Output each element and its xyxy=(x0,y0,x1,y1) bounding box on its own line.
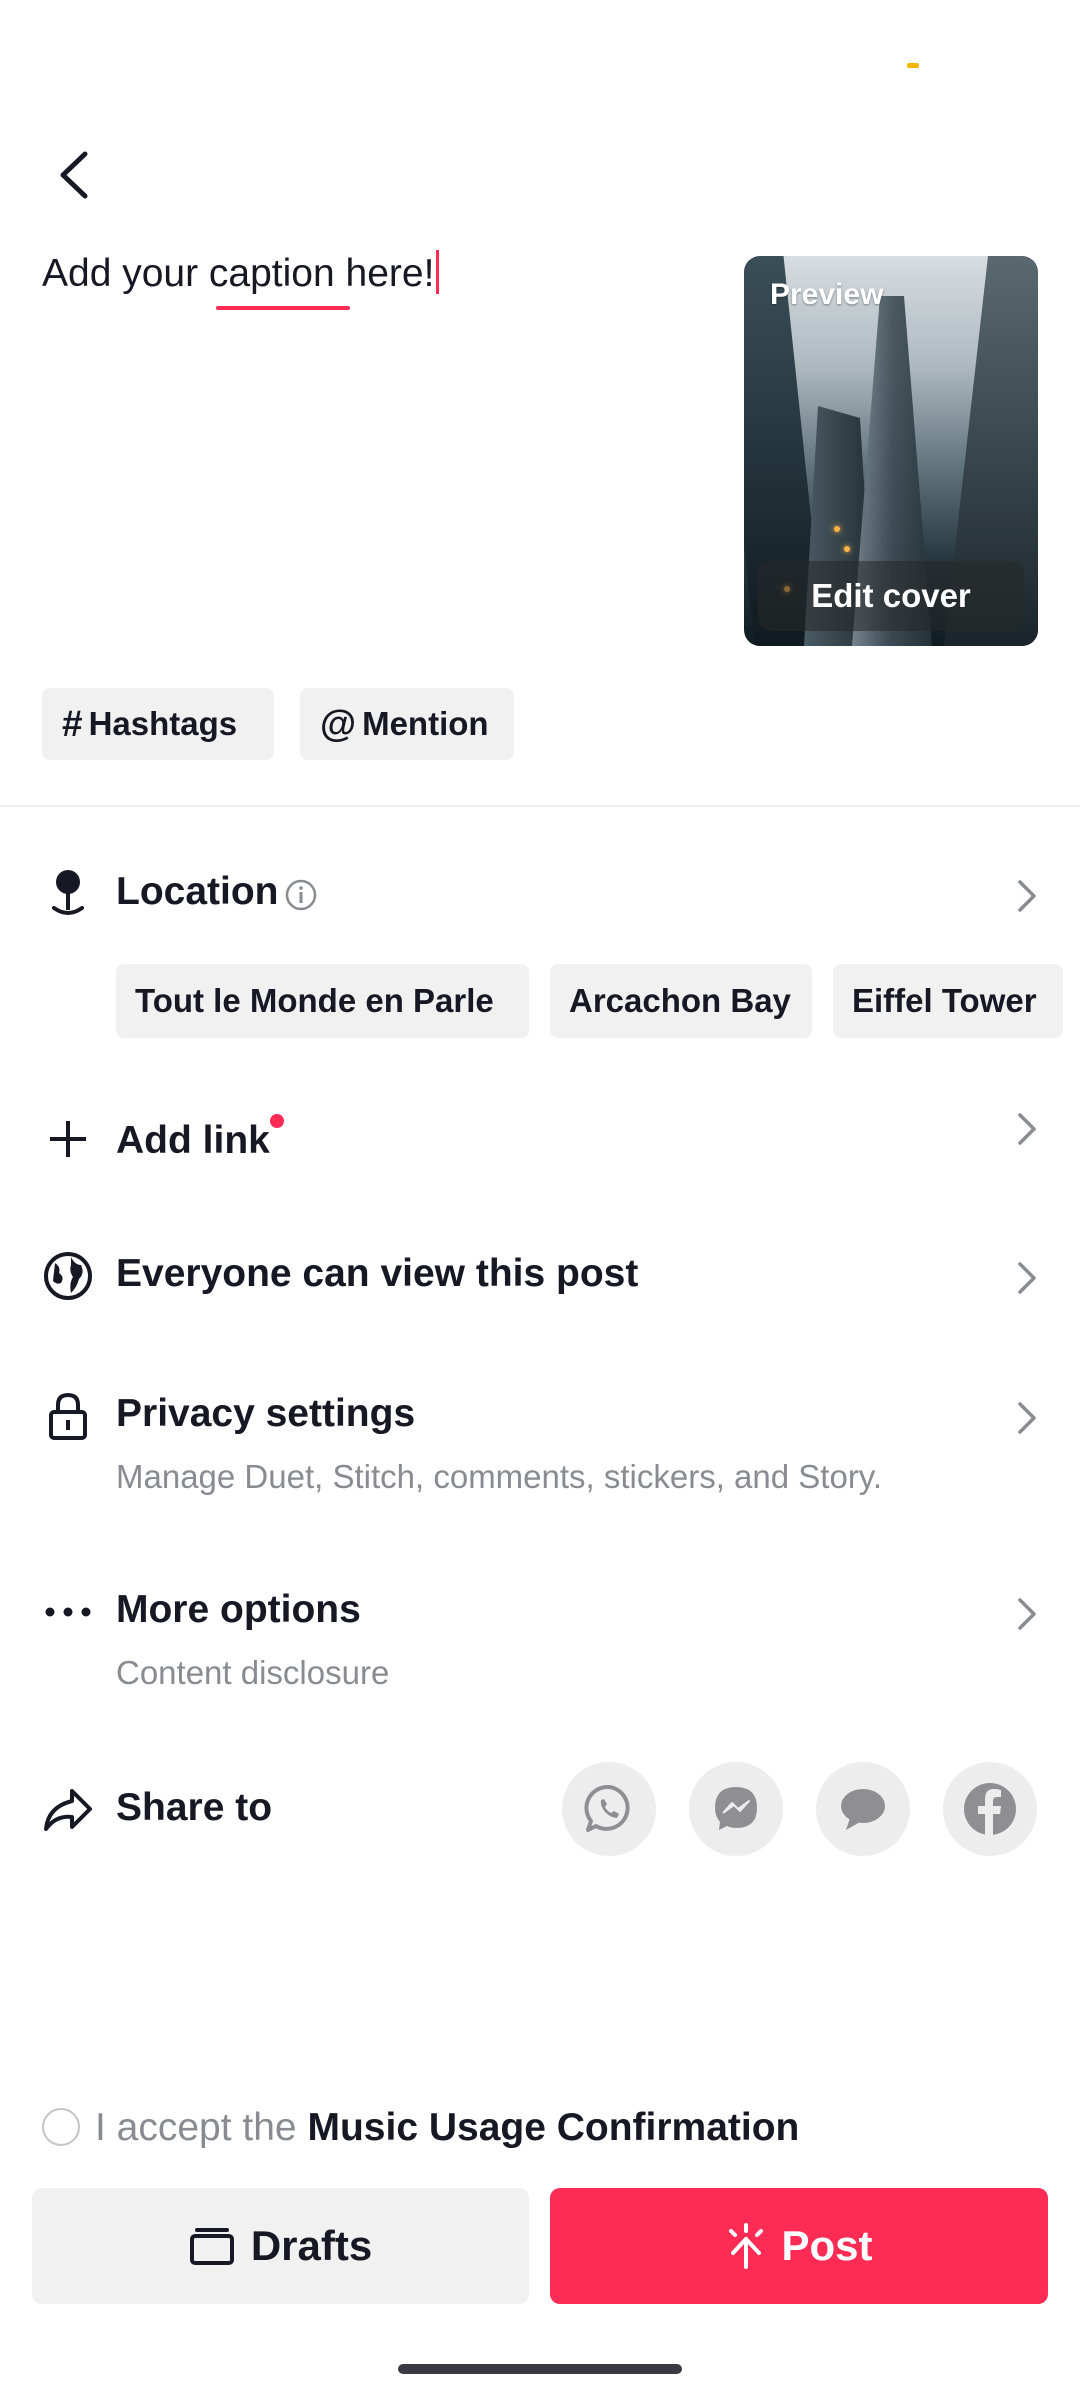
mention-label: Mention xyxy=(362,705,489,742)
globe-icon xyxy=(42,1250,94,1302)
share-to-row: Share to xyxy=(0,1762,1080,1858)
chevron-right-icon xyxy=(1012,876,1042,916)
share-to-title: Share to xyxy=(116,1786,273,1829)
drafts-icon xyxy=(189,2228,234,2265)
back-button[interactable] xyxy=(44,140,104,210)
info-icon[interactable] xyxy=(284,878,318,917)
status-indicator xyxy=(907,63,919,68)
preview-label[interactable]: Preview xyxy=(770,278,883,312)
more-dots-icon xyxy=(42,1586,94,1638)
visibility-row[interactable]: Everyone can view this post xyxy=(0,1242,1080,1312)
drafts-label: Drafts xyxy=(250,2222,373,2269)
add-link-title: Add link xyxy=(116,1119,270,1162)
drafts-button[interactable]: Drafts xyxy=(32,2188,529,2304)
hashtag-icon: # xyxy=(62,703,83,744)
visibility-title: Everyone can view this post xyxy=(116,1252,639,1295)
hashtags-button[interactable]: # Hashtags xyxy=(42,688,274,760)
message-icon xyxy=(841,1789,885,1830)
home-indicator xyxy=(398,2364,682,2374)
plus-icon xyxy=(42,1113,94,1165)
lock-icon xyxy=(42,1390,94,1442)
chevron-right-icon xyxy=(1012,1109,1042,1149)
location-pin-icon xyxy=(42,868,94,920)
share-whatsapp-button[interactable] xyxy=(562,1762,656,1856)
share-arrow-icon xyxy=(42,1784,94,1836)
sparkle-post-icon xyxy=(729,2223,764,2269)
privacy-subtitle: Manage Duet, Stitch, comments, stickers,… xyxy=(116,1458,883,1495)
at-icon: @ xyxy=(320,703,357,744)
cover-thumbnail[interactable]: Preview Edit cover xyxy=(744,256,1038,646)
mention-button[interactable]: @ Mention xyxy=(300,688,514,760)
text-cursor xyxy=(436,250,440,294)
location-suggestion-chip[interactable]: Arcachon Bay xyxy=(550,964,812,1038)
more-options-subtitle: Content disclosure xyxy=(116,1654,390,1691)
privacy-title: Privacy settings xyxy=(116,1392,416,1435)
music-confirmation-link[interactable]: Music Usage Confirmation xyxy=(307,2106,799,2149)
share-message-button[interactable] xyxy=(816,1762,910,1856)
privacy-settings-row[interactable]: Privacy settings Manage Duet, Stitch, co… xyxy=(0,1382,1080,1512)
cover-image-light xyxy=(834,526,840,532)
more-options-title: More options xyxy=(116,1588,361,1631)
whatsapp-icon xyxy=(584,1784,630,1832)
cover-image-light xyxy=(844,546,850,552)
more-options-row[interactable]: More options Content disclosure xyxy=(0,1578,1080,1708)
music-confirmation-prefix: I accept the xyxy=(95,2106,297,2149)
location-row[interactable]: Location xyxy=(0,860,1080,930)
post-label: Post xyxy=(781,2222,873,2269)
chevron-left-icon xyxy=(60,151,88,199)
chevron-right-icon xyxy=(1012,1258,1042,1298)
caption-input[interactable]: Add your caption here! xyxy=(42,250,692,310)
caption-text: Add your caption here! xyxy=(42,252,435,295)
edit-cover-button[interactable]: Edit cover xyxy=(758,561,1024,631)
divider xyxy=(0,805,1080,807)
messenger-icon xyxy=(715,1787,757,1830)
share-messenger-button[interactable] xyxy=(689,1762,783,1856)
spellcheck-underline xyxy=(216,306,350,310)
add-link-row[interactable]: Add link xyxy=(0,1105,1080,1175)
location-suggestion-chip[interactable]: Tout le Monde en Parle xyxy=(116,964,529,1038)
chevron-right-icon xyxy=(1012,1398,1042,1438)
accept-radio[interactable] xyxy=(42,2108,80,2146)
post-button[interactable]: Post xyxy=(550,2188,1048,2304)
facebook-icon xyxy=(964,1783,1016,1835)
hashtags-label: Hashtags xyxy=(88,705,238,742)
share-facebook-button[interactable] xyxy=(943,1762,1037,1856)
notification-dot xyxy=(270,1114,284,1128)
chevron-right-icon xyxy=(1012,1594,1042,1634)
location-title: Location xyxy=(116,870,279,913)
music-confirmation-text[interactable]: I accept the Music Usage Confirmation xyxy=(95,2106,799,2150)
location-suggestion-chip[interactable]: Eiffel Tower xyxy=(833,964,1063,1038)
